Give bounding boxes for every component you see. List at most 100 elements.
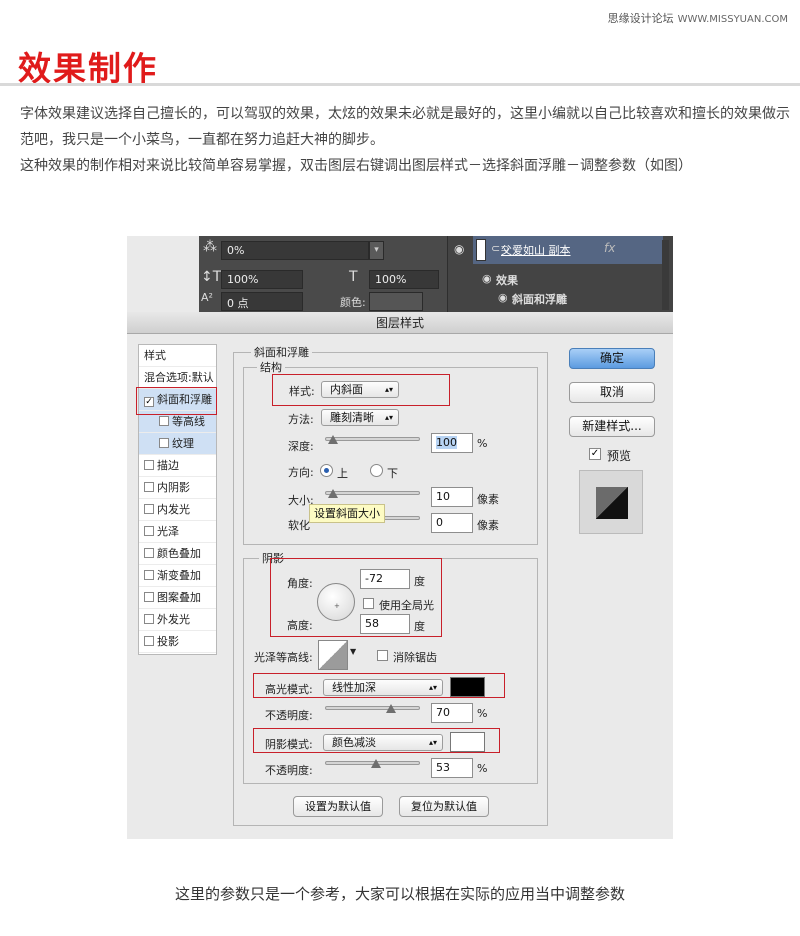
title-divider xyxy=(0,83,800,86)
list-item-label: 内发光 xyxy=(157,503,190,516)
preview-swatch xyxy=(596,487,628,519)
direction-up-label: 上 xyxy=(337,467,348,480)
list-item-inner-shadow[interactable]: 内阴影 xyxy=(139,477,216,499)
shadow-opacity-label: 不透明度: xyxy=(265,764,313,777)
size-slider[interactable] xyxy=(325,491,420,495)
list-item-color-overlay[interactable]: 颜色叠加 xyxy=(139,543,216,565)
site-url: WWW.MISSYUAN.COM xyxy=(677,14,788,25)
gloss-contour-preview[interactable] xyxy=(318,640,348,670)
horizontal-scale-icon: T xyxy=(349,269,358,285)
technique-dropdown[interactable]: 雕刻清晰 ▴▾ xyxy=(321,409,399,426)
list-item-blending-options[interactable]: 混合选项:默认 xyxy=(139,367,216,389)
highlight-opacity-thumb[interactable] xyxy=(386,704,396,713)
checkbox[interactable] xyxy=(144,504,154,514)
depth-input[interactable]: 100 xyxy=(431,433,473,453)
depth-value: 100 xyxy=(436,436,457,449)
list-item-inner-glow[interactable]: 内发光 xyxy=(139,499,216,521)
list-item-label: 渐变叠加 xyxy=(157,569,201,582)
technique-label: 方法: xyxy=(288,413,314,426)
soften-unit: 像素 xyxy=(477,519,499,532)
list-item-outer-glow[interactable]: 外发光 xyxy=(139,609,216,631)
direction-label: 方向: xyxy=(288,466,314,479)
list-item-drop-shadow[interactable]: 投影 xyxy=(139,631,216,653)
layers-scrollbar[interactable] xyxy=(662,240,669,310)
antialias-label: 消除锯齿 xyxy=(393,651,437,664)
soften-label: 软化 xyxy=(288,519,310,532)
list-item-texture[interactable]: 纹理 xyxy=(139,433,216,455)
bevel-eye-icon[interactable]: ◉ xyxy=(498,291,508,304)
list-item-pattern-overlay[interactable]: 图案叠加 xyxy=(139,587,216,609)
list-item-label: 外发光 xyxy=(157,613,190,626)
dialog-title: 图层样式 xyxy=(127,312,673,334)
vertical-scale-input[interactable]: 100% xyxy=(221,270,303,289)
checkbox[interactable] xyxy=(144,526,154,536)
list-item-stroke[interactable]: 描边 xyxy=(139,455,216,477)
annotation-box-angle xyxy=(270,558,442,637)
direction-down-label: 下 xyxy=(387,467,398,480)
list-item-label: 纹理 xyxy=(172,437,194,450)
highlight-opacity-input[interactable]: 70 xyxy=(431,703,473,723)
list-item-label: 颜色叠加 xyxy=(157,547,201,560)
annotation-box-shadow xyxy=(253,728,500,753)
baseline-icon: A² xyxy=(201,291,213,304)
checkbox[interactable] xyxy=(144,460,154,470)
contour-dropdown-arrow-icon[interactable]: ▼ xyxy=(350,647,356,656)
highlight-opacity-unit: % xyxy=(477,707,488,720)
gloss-contour-label: 光泽等高线: xyxy=(254,651,313,664)
list-item-gradient-overlay[interactable]: 渐变叠加 xyxy=(139,565,216,587)
soften-input[interactable]: 0 xyxy=(431,513,473,533)
site-credit: 思缘设计论坛 WWW.MISSYUAN.COM xyxy=(608,10,788,26)
baseline-input[interactable]: 0 点 xyxy=(221,292,303,311)
reset-default-button[interactable]: 复位为默认值 xyxy=(399,796,489,817)
direction-down-radio[interactable] xyxy=(370,464,383,477)
annotation-box-style xyxy=(272,374,450,406)
layer-name[interactable]: 父爱如山 副本 xyxy=(501,242,571,258)
technique-dropdown-value: 雕刻清晰 xyxy=(330,411,374,424)
depth-slider[interactable] xyxy=(325,437,420,441)
shadow-opacity-thumb[interactable] xyxy=(371,759,381,768)
list-item-label: 描边 xyxy=(157,459,179,472)
list-item-label: 投影 xyxy=(157,635,179,648)
intro-paragraph-1: 字体效果建议选择自己擅长的，可以驾驭的效果，太炫的效果未必就是最好的，这里小编就… xyxy=(20,106,790,148)
size-input[interactable]: 10 xyxy=(431,487,473,507)
checkbox[interactable] xyxy=(144,548,154,558)
ok-button[interactable]: 确定 xyxy=(569,348,655,369)
checkbox[interactable] xyxy=(144,636,154,646)
direction-up-radio[interactable] xyxy=(320,464,333,477)
antialias-checkbox[interactable] xyxy=(377,650,388,661)
effects-eye-icon[interactable]: ◉ xyxy=(482,272,492,285)
effects-label: 效果 xyxy=(496,274,518,287)
color-swatch[interactable] xyxy=(369,292,423,311)
highlight-opacity-slider[interactable] xyxy=(325,706,420,710)
size-unit: 像素 xyxy=(477,493,499,506)
shadow-opacity-input[interactable]: 53 xyxy=(431,758,473,778)
cancel-button[interactable]: 取消 xyxy=(569,382,655,403)
depth-slider-thumb[interactable] xyxy=(328,435,338,444)
list-item-satin[interactable]: 光泽 xyxy=(139,521,216,543)
horizontal-scale-input[interactable]: 100% xyxy=(369,270,439,289)
checkbox[interactable] xyxy=(159,416,169,426)
checkbox[interactable] xyxy=(144,570,154,580)
list-item-label: 光泽 xyxy=(157,525,179,538)
eye-icon[interactable]: ◉ xyxy=(454,242,464,256)
checkbox[interactable] xyxy=(144,592,154,602)
preview-checkbox[interactable]: ✓ xyxy=(589,448,601,460)
list-item-label: 等高线 xyxy=(172,415,205,428)
caption-text: 这里的参数只是一个参考，大家可以根据在实际的应用当中调整参数 xyxy=(174,885,625,903)
chevron-down-icon[interactable]: ▾ xyxy=(369,241,384,260)
make-default-button[interactable]: 设置为默认值 xyxy=(293,796,383,817)
intro-text: 字体效果建议选择自己擅长的，可以驾驭的效果，太炫的效果未必就是最好的，这里小编就… xyxy=(20,101,790,179)
highlight-opacity-label: 不透明度: xyxy=(265,709,313,722)
new-style-button[interactable]: 新建样式... xyxy=(569,416,655,437)
depth-label: 深度: xyxy=(288,440,314,453)
intro-paragraph-2: 这种效果的制作相对来说比较简单容易掌握，双击图层右键调出图层样式－选择斜面浮雕－… xyxy=(20,158,692,174)
list-item-styles[interactable]: 样式 xyxy=(139,345,216,367)
fx-icon[interactable]: fx xyxy=(604,241,615,255)
fill-input[interactable]: 0% xyxy=(221,241,369,260)
size-slider-thumb[interactable] xyxy=(328,489,338,498)
preview-label: 预览 xyxy=(607,449,632,463)
checkbox[interactable] xyxy=(144,482,154,492)
checkbox[interactable] xyxy=(159,438,169,448)
layers-panel: ◉ ⊂⊃ 父爱如山 副本 fx ◉ 效果 ◉ 斜面和浮雕 xyxy=(447,236,673,314)
checkbox[interactable] xyxy=(144,614,154,624)
